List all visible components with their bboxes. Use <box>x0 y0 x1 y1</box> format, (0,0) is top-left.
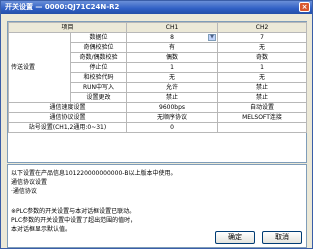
row-label: 站号设置(CH1,2通用:0~31) <box>7 122 128 133</box>
info-line: ※PLC参数的开关设置与本对话框设置已联动。 <box>11 208 136 215</box>
parity-bit-ch2[interactable]: 无 <box>217 42 308 53</box>
station-number-ch2 <box>217 122 308 133</box>
row-label: 奇数/偶数校验 <box>69 52 128 63</box>
row-label: 奇偶校验位 <box>69 42 128 53</box>
protocol-ch2[interactable]: MELSOFT连接 <box>217 112 308 123</box>
title-bar: 开关设置 — 0000:QJ71C24N-R2 × <box>1 1 312 14</box>
info-line: 通信协议设置 <box>11 179 48 186</box>
info-line: 本对话框显示默认值。 <box>11 226 72 233</box>
setting-change-ch2[interactable]: 禁止 <box>217 92 308 103</box>
header-item: 项目 <box>7 22 128 33</box>
station-number[interactable]: 0 <box>126 122 219 133</box>
cell-value: 8 <box>170 33 174 41</box>
ok-button[interactable]: 确定 <box>215 231 255 244</box>
row-label: 设置更改 <box>69 92 128 103</box>
odd-even-ch1[interactable]: 偶数 <box>126 52 219 63</box>
comm-speed-ch1[interactable]: 9600bps <box>126 102 219 113</box>
header-ch1: CH1 <box>126 22 219 33</box>
run-write-ch1[interactable]: 允许 <box>126 82 219 93</box>
run-write-ch2[interactable]: 禁止 <box>217 82 308 93</box>
window-title: 开关设置 — 0000:QJ71C24N-R2 <box>5 3 120 11</box>
comm-speed-ch2[interactable]: 自动设置 <box>217 102 308 113</box>
switch-settings-dialog: 开关设置 — 0000:QJ71C24N-R2 × 项目 CH1 CH2 传送设… <box>0 0 313 249</box>
info-line: PLC参数的开关设置中设置了超出范围的值时， <box>11 217 137 224</box>
checksum-ch1[interactable]: 无 <box>126 72 219 83</box>
data-bits-ch1-select[interactable]: 8 ▼ <box>126 32 219 43</box>
row-label: 通信协议设置 <box>7 112 128 123</box>
row-label: 和校验代码 <box>69 72 128 83</box>
row-label: RUN中写入 <box>69 82 128 93</box>
cancel-button[interactable]: 取消 <box>262 231 302 244</box>
settings-table: 项目 CH1 CH2 传送设置 数据位 8 ▼ 7 奇偶校验位 有 无 奇数/偶… <box>7 21 308 163</box>
checksum-ch2[interactable]: 无 <box>217 72 308 83</box>
setting-change-ch1[interactable]: 禁止 <box>126 92 219 103</box>
transfer-settings-group: 传送设置 <box>8 32 71 103</box>
close-icon[interactable]: × <box>299 2 310 12</box>
info-line: 以下设置在产品信息101220000000000-B以上版本中使用。 <box>11 170 177 177</box>
row-label: 通信速度设置 <box>7 102 128 113</box>
info-line: ·通信协议 <box>11 188 37 195</box>
row-label: 数据位 <box>69 32 128 43</box>
stop-bit-ch2[interactable]: 1 <box>217 62 308 73</box>
chevron-down-icon[interactable]: ▼ <box>208 34 217 41</box>
odd-even-ch2[interactable]: 奇数 <box>217 52 308 63</box>
row-label: 停止位 <box>69 62 128 73</box>
data-bits-ch2[interactable]: 7 <box>217 32 308 43</box>
parity-bit-ch1[interactable]: 有 <box>126 42 219 53</box>
header-ch2: CH2 <box>217 22 308 33</box>
protocol-ch1[interactable]: 无顺序协议 <box>126 112 219 123</box>
stop-bit-ch1[interactable]: 1 <box>126 62 219 73</box>
